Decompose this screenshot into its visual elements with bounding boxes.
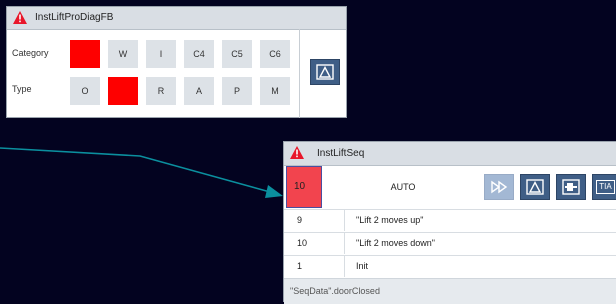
type-button-label: P	[233, 86, 240, 96]
type-button-i[interactable]: I	[108, 77, 138, 105]
prodiag-titlebar: InstLiftProDiagFB	[7, 7, 346, 30]
warning-icon	[526, 179, 544, 195]
warning-button[interactable]	[310, 59, 340, 85]
type-button-label: O	[81, 86, 89, 96]
column-divider	[344, 233, 345, 254]
tia-button[interactable]: TIA	[592, 174, 616, 200]
category-button-label: I	[159, 49, 163, 59]
warning-button[interactable]	[520, 174, 550, 200]
status-text: "SeqData".doorClosed	[290, 286, 380, 296]
ack-icon	[562, 179, 580, 195]
step-row-number: 1	[297, 261, 303, 271]
tia-icon: TIA	[596, 180, 615, 194]
seq-title: InstLiftSeq	[317, 148, 365, 159]
prodiag-title: InstLiftProDiagFB	[35, 12, 114, 23]
category-button-label: E	[81, 49, 88, 59]
status-bar: "SeqData".doorClosed	[284, 278, 616, 304]
fast-forward-button[interactable]	[484, 174, 514, 200]
warning-icon	[13, 11, 27, 24]
panel-divider	[299, 29, 300, 118]
category-button-i[interactable]: I	[146, 40, 176, 68]
type-button-o[interactable]: O	[70, 77, 100, 105]
step-number: 10	[294, 181, 306, 192]
seq-panel: InstLiftSeq 10 AUTO TIA 9 "Lift 2 moves u…	[283, 141, 616, 304]
type-button-m[interactable]: M	[260, 77, 290, 105]
fast-forward-icon	[491, 180, 508, 194]
type-button-a[interactable]: A	[184, 77, 214, 105]
type-button-r[interactable]: R	[146, 77, 176, 105]
category-button-label: W	[118, 49, 128, 59]
type-label: Type	[12, 84, 32, 94]
seq-titlebar: InstLiftSeq	[284, 142, 616, 166]
step-row-number: 10	[297, 238, 308, 248]
category-button-label: C4	[193, 49, 205, 59]
type-button-label: I	[121, 86, 125, 96]
prodiag-panel: InstLiftProDiagFB Category Type E W I C4 C5 C…	[6, 6, 347, 118]
type-button-label: M	[271, 86, 279, 96]
mode-text: AUTO	[390, 182, 416, 192]
type-button-label: A	[195, 86, 202, 96]
category-button-c5[interactable]: C5	[222, 40, 252, 68]
step-number-box[interactable]: 10	[286, 166, 322, 208]
category-button-c6[interactable]: C6	[260, 40, 290, 68]
step-row-text: Init	[356, 261, 369, 271]
category-label: Category	[12, 48, 49, 58]
column-divider	[344, 256, 345, 277]
category-button-c4[interactable]: C4	[184, 40, 214, 68]
type-button-p[interactable]: P	[222, 77, 252, 105]
warning-icon	[316, 64, 334, 80]
step-row-number: 9	[297, 215, 303, 225]
step-row[interactable]: 9 "Lift 2 moves up"	[284, 209, 616, 231]
ack-button[interactable]	[556, 174, 586, 200]
step-row[interactable]: 10 "Lift 2 moves down"	[284, 232, 616, 254]
category-button-e[interactable]: E	[70, 40, 100, 68]
mode-display: AUTO	[328, 166, 478, 208]
step-row-text: "Lift 2 moves up"	[356, 215, 424, 225]
step-row-text: "Lift 2 moves down"	[356, 238, 435, 248]
step-row[interactable]: 1 Init	[284, 255, 616, 277]
category-button-label: C6	[269, 49, 281, 59]
warning-icon	[290, 146, 304, 159]
type-button-label: R	[157, 86, 165, 96]
column-divider	[344, 210, 345, 231]
category-button-w[interactable]: W	[108, 40, 138, 68]
category-button-label: C5	[231, 49, 243, 59]
